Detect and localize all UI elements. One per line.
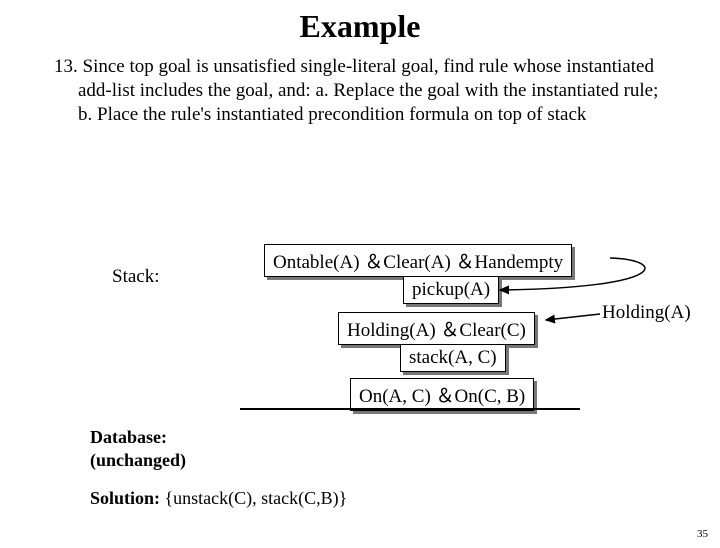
- slide-title: Example: [0, 8, 720, 45]
- box-holding-a-aside: Holding(A): [602, 302, 691, 324]
- box-pickup: pickup(A): [403, 276, 499, 304]
- stack-baseline: [240, 408, 580, 410]
- box-stack-ac: stack(A, C): [400, 344, 506, 372]
- box-holding-clear: Holding(A) ＆Clear(C): [338, 312, 535, 345]
- solution-line: Solution: {unstack(C), stack(C,B)}: [90, 488, 347, 509]
- step-paragraph: 13. Since top goal is unsatisfied single…: [54, 55, 676, 126]
- solution-label: Solution:: [90, 488, 160, 508]
- page-number: 35: [697, 528, 708, 540]
- solution-value: {unstack(C), stack(C,B)}: [165, 488, 348, 508]
- box-on-goal: On(A, C) ＆On(C, B): [350, 378, 534, 411]
- box-precondition: Ontable(A) ＆Clear(A) ＆Handempty: [264, 244, 572, 277]
- stack-label: Stack:: [112, 266, 160, 288]
- database-label: Database:(unchanged): [90, 426, 186, 471]
